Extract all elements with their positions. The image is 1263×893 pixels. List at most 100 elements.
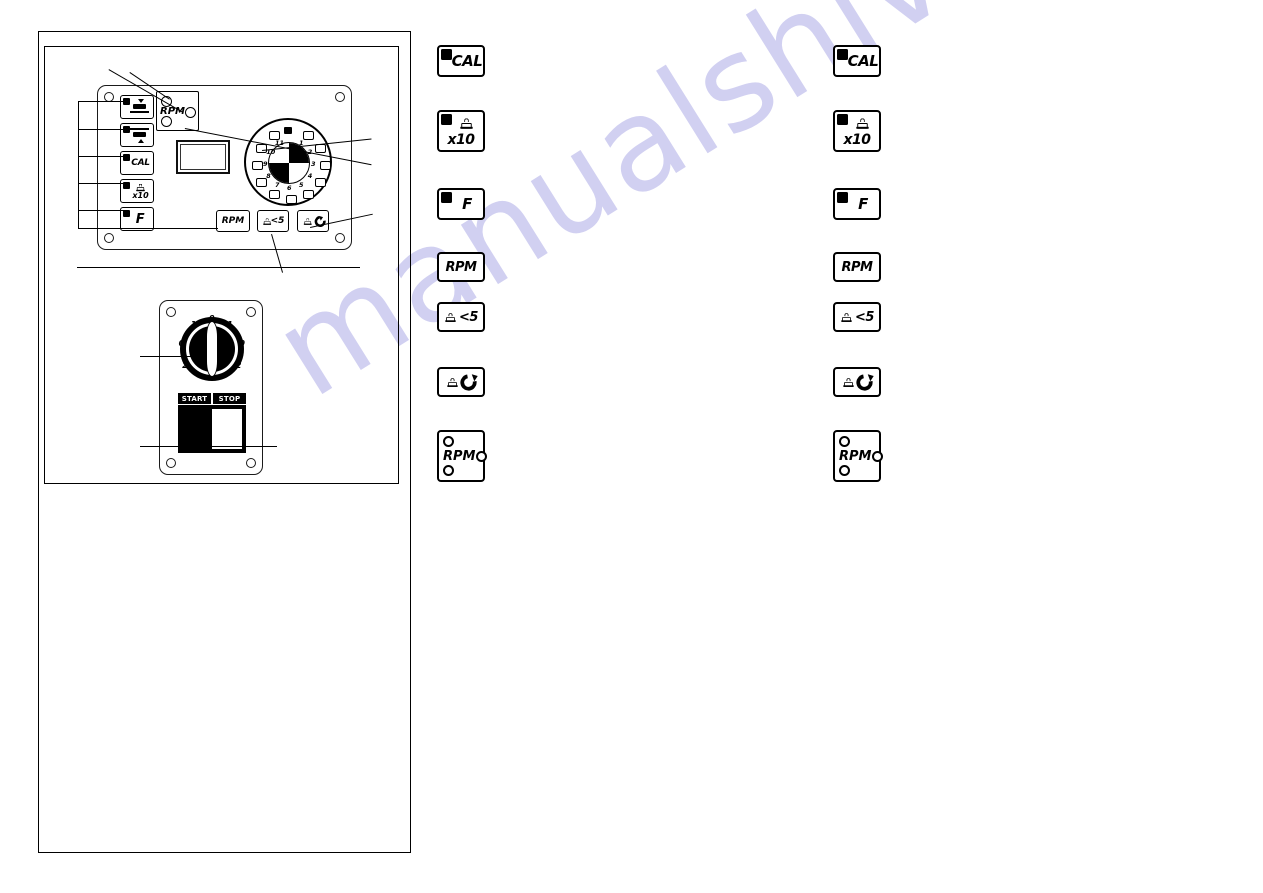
panel-key-wheel-down[interactable]	[120, 95, 154, 119]
panel-lcd-display	[176, 140, 230, 174]
leader-line	[215, 446, 277, 448]
knob-number: 2	[182, 360, 188, 370]
legend-key-x10[interactable]: x10	[833, 110, 881, 152]
legend-item-rpm[interactable]: RPM	[437, 252, 485, 282]
legend-key-f[interactable]: F	[437, 188, 485, 220]
panel-key-cal[interactable]: CAL	[120, 151, 154, 175]
led-icon	[872, 451, 883, 462]
legend-item-rpm-leds[interactable]: RPM	[437, 430, 487, 482]
weight-mass-icon	[303, 217, 312, 225]
screw-icon	[104, 233, 114, 243]
led-icon	[441, 114, 452, 125]
knob-number: 0	[239, 338, 245, 348]
knob-number: 0	[209, 314, 215, 323]
panel-key-cal-label: CAL	[131, 158, 150, 168]
knob-number: 0	[178, 338, 185, 348]
dial-top-marker-icon	[284, 127, 292, 134]
legend-key-rpm-leds-label: RPM	[839, 449, 872, 464]
screw-icon	[166, 458, 176, 468]
panel-key-rpm-label: RPM	[221, 216, 245, 226]
wheel-position-down-icon	[130, 99, 150, 115]
legend-item-weight-rotate[interactable]	[833, 367, 881, 397]
legend-key-x10[interactable]: x10	[437, 110, 485, 152]
knob-number: 2	[235, 360, 242, 370]
start-label: START	[178, 393, 211, 404]
panel-key-wheel-up[interactable]	[120, 123, 154, 147]
led-icon	[441, 192, 452, 203]
legend-key-f[interactable]: F	[833, 188, 881, 220]
wheel-position-up-icon	[130, 127, 150, 143]
leader-line	[78, 101, 80, 229]
start-button[interactable]	[180, 407, 212, 451]
dial-slot	[314, 177, 326, 187]
legend-key-weight-lt-5[interactable]: <5	[437, 302, 485, 332]
panel-key-weight-lt-5-label: <5	[270, 216, 285, 226]
knob-number: 1	[190, 319, 197, 329]
main-rotary-switch[interactable]: 0102102	[176, 313, 248, 385]
legend-item-x10[interactable]: x10	[437, 110, 485, 152]
stop-button[interactable]	[211, 407, 244, 451]
panel-key-weight-rotate[interactable]	[296, 210, 329, 232]
legend-key-x10-label: x10	[447, 132, 475, 148]
legend-item-rpm[interactable]: RPM	[833, 252, 881, 282]
dial-number: 4	[307, 172, 313, 180]
legend-item-weight-lt-5[interactable]: <5	[833, 302, 881, 332]
led-icon	[161, 116, 172, 127]
legend-key-cal[interactable]: CAL	[437, 45, 485, 77]
legend-item-rpm-leds[interactable]: RPM	[833, 430, 883, 482]
led-icon	[839, 465, 850, 476]
keypad-column: CAL x10 F	[120, 95, 154, 235]
figure-divider	[77, 267, 360, 268]
leader-line	[140, 356, 198, 358]
legend-key-rpm-leds-label: RPM	[443, 449, 476, 464]
legend-item-f[interactable]: F	[833, 188, 881, 220]
legend-item-cal[interactable]: CAL	[437, 45, 485, 77]
led-icon	[837, 192, 848, 203]
legend-key-cal-label: CAL	[451, 52, 483, 70]
lcd-inner	[180, 144, 226, 170]
weight-mass-icon	[459, 118, 473, 129]
led-icon	[476, 451, 487, 462]
legend-item-x10[interactable]: x10	[833, 110, 881, 152]
led-icon	[839, 436, 850, 447]
led-icon	[837, 114, 848, 125]
leader-line	[78, 129, 126, 131]
legend-key-rpm-label: RPM	[445, 259, 477, 275]
legend-key-weight-rotate[interactable]	[437, 367, 485, 397]
legend-key-f-label: F	[462, 195, 472, 213]
dial-number: 9	[263, 160, 268, 168]
panel-key-x10-label: x10	[132, 191, 149, 200]
dial-slot	[285, 194, 297, 204]
panel-key-weight-lt-5[interactable]: <5	[257, 210, 290, 232]
weight-mass-icon	[855, 118, 869, 129]
weight-rotation-icon	[853, 370, 876, 394]
weight-mass-icon	[445, 312, 456, 322]
legend-key-rpm-leds[interactable]: RPM	[437, 430, 487, 482]
legend-key-weight-lt-5-label: <5	[855, 309, 874, 325]
legend-key-rpm[interactable]: RPM	[437, 252, 485, 282]
legend-item-f[interactable]: F	[437, 188, 485, 220]
legend-item-weight-lt-5[interactable]: <5	[437, 302, 485, 332]
legend-key-cal[interactable]: CAL	[833, 45, 881, 77]
weight-mass-icon	[841, 312, 852, 322]
weight-mass-icon	[136, 183, 145, 192]
leader-line	[140, 446, 215, 448]
legend-item-weight-rotate[interactable]	[437, 367, 485, 397]
legend-key-weight-rotate[interactable]	[833, 367, 881, 397]
legend-key-rpm-leds[interactable]: RPM	[833, 430, 883, 482]
leader-line	[78, 156, 126, 158]
panel-key-rpm[interactable]: RPM	[216, 210, 250, 232]
power-switch-panel: 0102102 START STOP	[159, 300, 263, 475]
leader-line	[78, 210, 126, 212]
stop-label: STOP	[213, 393, 246, 404]
weight-mass-icon	[263, 217, 272, 225]
dial-number: 7	[275, 180, 280, 189]
knob-pointer	[206, 321, 218, 377]
screw-icon	[335, 92, 345, 102]
legend-key-weight-lt-5[interactable]: <5	[833, 302, 881, 332]
weight-mass-icon	[447, 377, 458, 387]
legend-key-rpm[interactable]: RPM	[833, 252, 881, 282]
led-icon	[441, 49, 452, 60]
balance-position-dial[interactable]: 1234567891011	[244, 118, 332, 206]
legend-item-cal[interactable]: CAL	[833, 45, 881, 77]
